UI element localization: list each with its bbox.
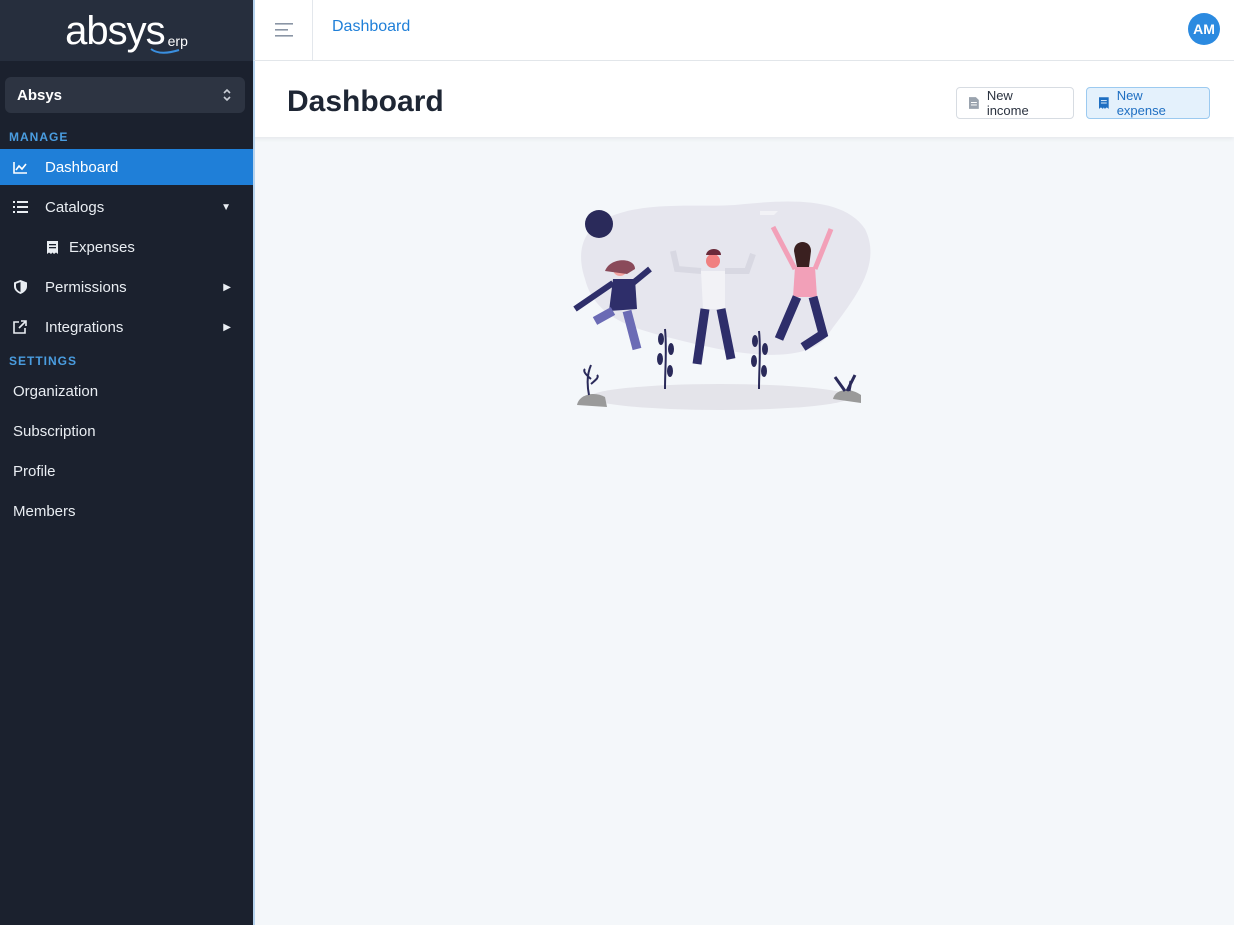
logo-text: absys (65, 8, 165, 53)
sidebar-item-permissions[interactable]: Permissions ▶ (0, 269, 253, 305)
menu-toggle-button[interactable] (255, 0, 313, 60)
sidebar-item-profile[interactable]: Profile (0, 453, 253, 489)
receipt-icon (1099, 97, 1109, 109)
chart-line-icon (12, 159, 28, 175)
caret-right-icon: ▶ (223, 281, 231, 293)
sidebar: absys erp Absys MANAGE Dashboard Catalog… (0, 0, 253, 925)
user-avatar[interactable]: AM (1188, 13, 1220, 45)
sidebar-item-subscription[interactable]: Subscription (0, 413, 253, 449)
page-header: Dashboard New income New expense (253, 61, 1234, 137)
section-label-settings: SETTINGS (9, 354, 78, 368)
new-income-label: New income (986, 88, 1029, 118)
sidebar-item-organization[interactable]: Organization (0, 373, 253, 409)
sidebar-item-label: Dashboard (45, 158, 119, 176)
sidebar-item-label: Organization (13, 382, 99, 400)
organization-selector-value: Absys (17, 86, 63, 104)
new-expense-button[interactable]: New expense (1086, 87, 1210, 119)
receipt-icon (44, 239, 60, 255)
sidebar-item-catalogs[interactable]: Catalogs ▼ (0, 189, 253, 225)
external-link-icon (12, 319, 28, 335)
sidebar-item-members[interactable]: Members (0, 493, 253, 529)
list-icon (12, 199, 28, 215)
sidebar-item-label: Members (13, 502, 76, 520)
hamburger-icon (274, 23, 293, 37)
sidebar-item-label: Expenses (69, 238, 135, 256)
document-icon (969, 97, 979, 109)
organization-selector[interactable]: Absys (5, 77, 245, 113)
logo-bar: absys erp (0, 0, 253, 61)
sidebar-item-label: Subscription (13, 422, 96, 440)
new-expense-label: New expense (1116, 88, 1166, 118)
topbar: Dashboard AM (253, 0, 1234, 61)
topbar-breadcrumb[interactable]: Dashboard (332, 18, 410, 36)
sidebar-item-expenses[interactable]: Expenses (0, 229, 253, 265)
sidebar-item-label: Catalogs (45, 198, 105, 216)
updown-chevron-icon (223, 88, 231, 102)
sidebar-item-label: Integrations (45, 318, 124, 336)
shield-icon (12, 279, 28, 295)
app-logo[interactable]: absys erp (65, 8, 188, 54)
sidebar-item-dashboard[interactable]: Dashboard (0, 149, 253, 185)
celebration-illustration (573, 201, 871, 410)
logo-swoosh-icon (150, 47, 180, 54)
caret-right-icon: ▶ (223, 321, 231, 333)
dashboard-content (253, 137, 1234, 925)
page-title: Dashboard (287, 85, 444, 118)
new-income-button[interactable]: New income (956, 87, 1074, 119)
section-label-manage: MANAGE (9, 130, 69, 144)
caret-down-icon: ▼ (221, 201, 231, 213)
sidebar-item-integrations[interactable]: Integrations ▶ (0, 309, 253, 345)
sidebar-item-label: Profile (13, 462, 56, 480)
sidebar-item-label: Permissions (45, 278, 127, 296)
